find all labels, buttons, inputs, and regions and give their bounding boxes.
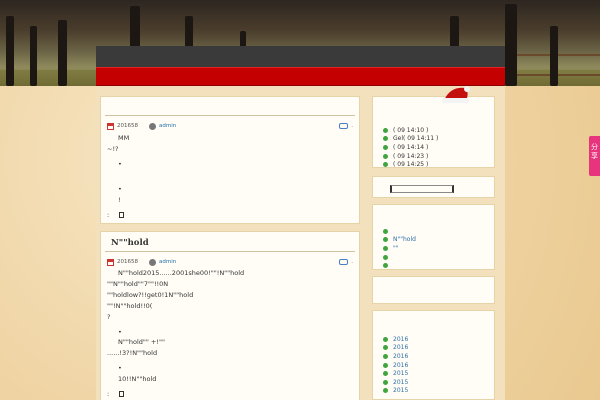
user-icon	[149, 258, 156, 266]
santa-hat-icon	[442, 86, 470, 103]
header-tree	[550, 26, 558, 86]
recent-post-item[interactable]: ( 09 14:10 )	[373, 126, 438, 135]
post-line: ""!N""hold!!0(	[107, 302, 153, 310]
bullet-icon	[383, 136, 388, 142]
recent-post-item[interactable]: ( 09 14:25 )	[373, 160, 438, 169]
comment-count: .	[351, 123, 353, 129]
post-bullet	[118, 364, 122, 372]
post-line: N""hold2015......2001she00!""!N""hold	[118, 269, 245, 277]
post-line: !	[118, 196, 121, 204]
recent-post-item[interactable]: Gel( 09 14:11 )	[373, 135, 438, 144]
archive-item[interactable]: 2015	[373, 369, 408, 378]
header-tree	[30, 26, 37, 86]
post-line: ""holdlow?!!get0!1N""hold	[107, 291, 194, 299]
post-title[interactable]: N""hold	[105, 232, 355, 252]
bullet-icon	[383, 362, 388, 368]
recent-post-item[interactable]: ( 09 14:14 )	[373, 143, 438, 152]
post-line: ?	[107, 313, 111, 321]
recent-posts-list: ( 09 14:10 ) Gel( 09 14:11 ) ( 09 14:14 …	[373, 126, 438, 169]
category-item[interactable]	[373, 253, 416, 262]
post-line: ......!3?!N""hold	[107, 349, 158, 357]
bullet-icon	[383, 388, 388, 394]
post-line: ~!?	[107, 145, 119, 153]
document-icon[interactable]	[119, 212, 125, 218]
post-line: 10!!N""hold	[118, 375, 157, 383]
post-meta: 201658 admin .	[101, 120, 359, 132]
archive-item[interactable]: 2016	[373, 335, 408, 344]
categories-list: N""hold ""	[373, 227, 416, 270]
post-card: 201658 admin . MM ~!? ! :	[100, 96, 360, 224]
post-footer-label: :	[107, 211, 110, 219]
share-button[interactable]: 分享	[589, 136, 600, 176]
bullet-icon	[383, 353, 388, 359]
archive-item[interactable]: 2016	[373, 361, 408, 370]
document-icon[interactable]	[119, 391, 125, 397]
post-bullet	[118, 328, 122, 336]
post-footer-label: :	[107, 390, 110, 398]
bullet-icon	[383, 162, 388, 168]
search-widget	[372, 176, 495, 198]
bullet-icon	[383, 371, 388, 377]
bullet-icon	[383, 237, 388, 243]
header-tree	[58, 20, 67, 86]
post-author-link[interactable]: admin	[159, 259, 176, 265]
archives-widget: 2016 2016 2016 2016 2015 2015 2015	[372, 310, 495, 400]
bullet-icon	[383, 153, 388, 159]
bullet-icon	[383, 127, 388, 133]
post-bullet	[118, 185, 122, 193]
header-tree	[505, 4, 517, 86]
recent-posts-widget: ( 09 14:10 ) Gel( 09 14:11 ) ( 09 14:14 …	[372, 96, 495, 168]
content-wrapper: 201658 admin . MM ~!? ! : N""hold 201658…	[96, 86, 505, 400]
calendar-icon	[107, 122, 114, 130]
post-footer: :	[107, 211, 125, 219]
post-bullet	[118, 160, 122, 168]
archive-item[interactable]: 2015	[373, 387, 408, 396]
post-date: 201658	[117, 123, 138, 129]
category-item[interactable]: N""hold	[373, 236, 416, 245]
comment-icon[interactable]	[339, 123, 349, 129]
post-line: MM	[118, 134, 130, 142]
post-line: N""hold"" +!""	[118, 338, 165, 346]
bullet-icon	[383, 345, 388, 351]
bullet-icon	[383, 254, 388, 260]
categories-widget: N""hold ""	[372, 204, 495, 270]
bullet-icon	[383, 245, 388, 251]
bullet-icon	[383, 379, 388, 385]
post-date: 201658	[117, 259, 138, 265]
category-item[interactable]: ""	[373, 244, 416, 253]
top-dark-bar	[96, 46, 505, 67]
archive-item[interactable]: 2016	[373, 344, 408, 353]
bullet-icon	[383, 228, 388, 234]
post-line: ""N""hold""7""!!0N	[107, 280, 169, 288]
comment-icon[interactable]	[339, 259, 349, 265]
post-meta: 201658 admin .	[101, 256, 359, 268]
post-footer: :	[107, 390, 125, 398]
search-input[interactable]	[390, 185, 454, 193]
user-icon	[149, 122, 156, 130]
bullet-icon	[383, 263, 388, 269]
comment-count: .	[351, 259, 353, 265]
archive-item[interactable]: 2015	[373, 378, 408, 387]
calendar-icon	[107, 258, 114, 266]
header-tree	[6, 16, 14, 86]
post-author-link[interactable]: admin	[159, 123, 176, 129]
bullet-icon	[383, 336, 388, 342]
recent-post-item[interactable]: ( 09 14:23 )	[373, 152, 438, 161]
empty-widget	[372, 276, 495, 304]
post-card: N""hold 201658 admin . N""hold2015......…	[100, 231, 360, 400]
archives-list: 2016 2016 2016 2016 2015 2015 2015	[373, 335, 408, 395]
category-item[interactable]	[373, 261, 416, 270]
archive-item[interactable]: 2016	[373, 352, 408, 361]
category-item[interactable]	[373, 227, 416, 236]
post-title[interactable]	[105, 97, 355, 116]
bullet-icon	[383, 144, 388, 150]
